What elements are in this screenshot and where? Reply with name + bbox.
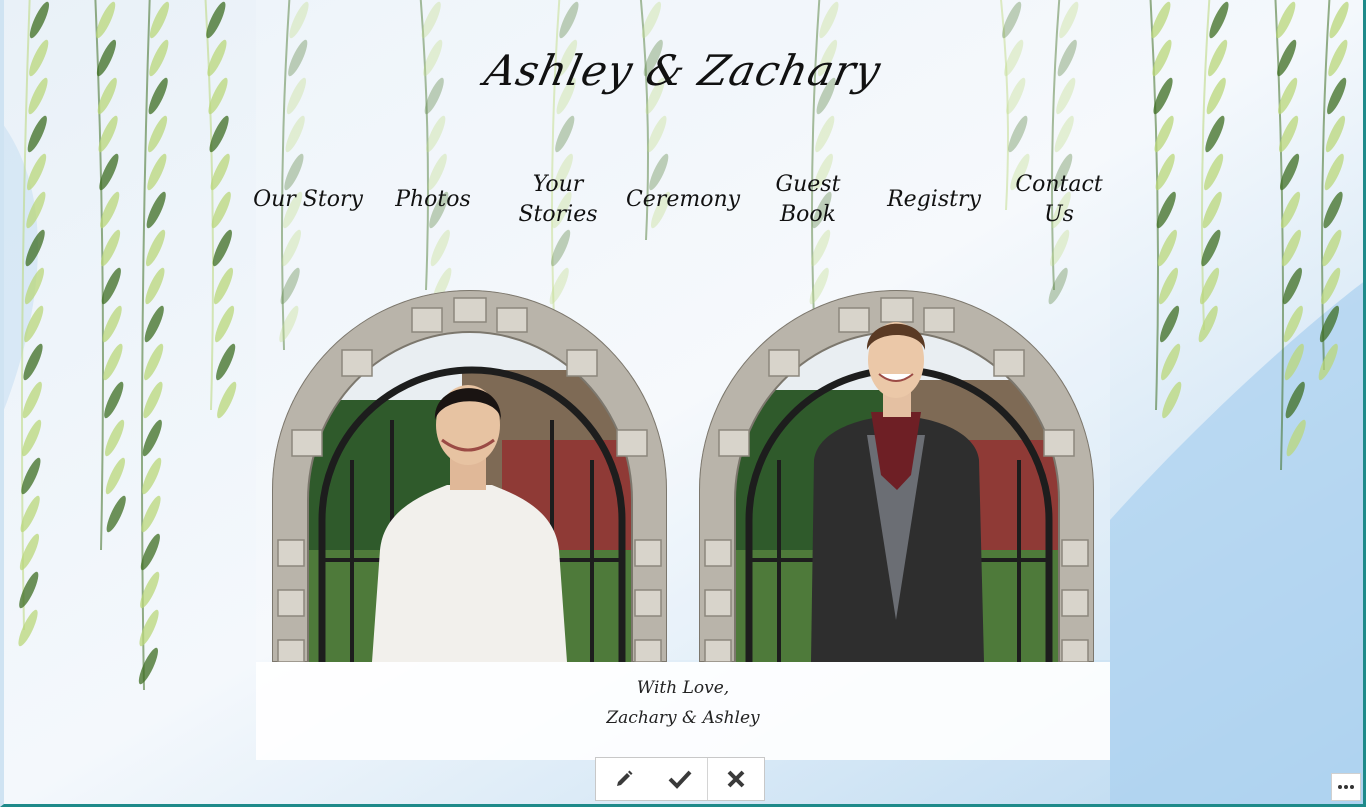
signature-names: Zachary & Ashley — [606, 708, 760, 728]
confirm-button[interactable] — [652, 758, 708, 800]
signature-greeting: With Love, — [636, 678, 730, 698]
pencil-icon — [616, 770, 633, 786]
edit-toolbar — [595, 757, 765, 801]
nav-photos[interactable]: Photos — [378, 165, 488, 235]
ellipsis-icon — [1338, 785, 1354, 789]
bride-photo — [272, 290, 667, 662]
site-title: Ashley & Zachary — [480, 46, 886, 95]
close-icon — [727, 770, 745, 788]
groom-photo — [699, 290, 1094, 662]
nav-your-stories[interactable]: Your Stories — [503, 165, 613, 235]
nav-guest-book[interactable]: Guest Book — [753, 165, 863, 235]
nav-registry[interactable]: Registry — [879, 165, 989, 235]
main-nav: Our Story Photos Your Stories Ceremony G… — [253, 165, 1110, 235]
nav-our-story[interactable]: Our Story — [253, 165, 363, 235]
nav-ceremony[interactable]: Ceremony — [626, 165, 740, 235]
check-icon — [668, 770, 691, 789]
more-options-button[interactable] — [1331, 773, 1361, 801]
nav-contact-us[interactable]: Contact Us — [1004, 165, 1114, 235]
edit-button[interactable] — [596, 758, 652, 800]
signature-panel: With Love, Zachary & Ashley — [256, 662, 1110, 760]
cancel-button[interactable] — [707, 758, 764, 800]
